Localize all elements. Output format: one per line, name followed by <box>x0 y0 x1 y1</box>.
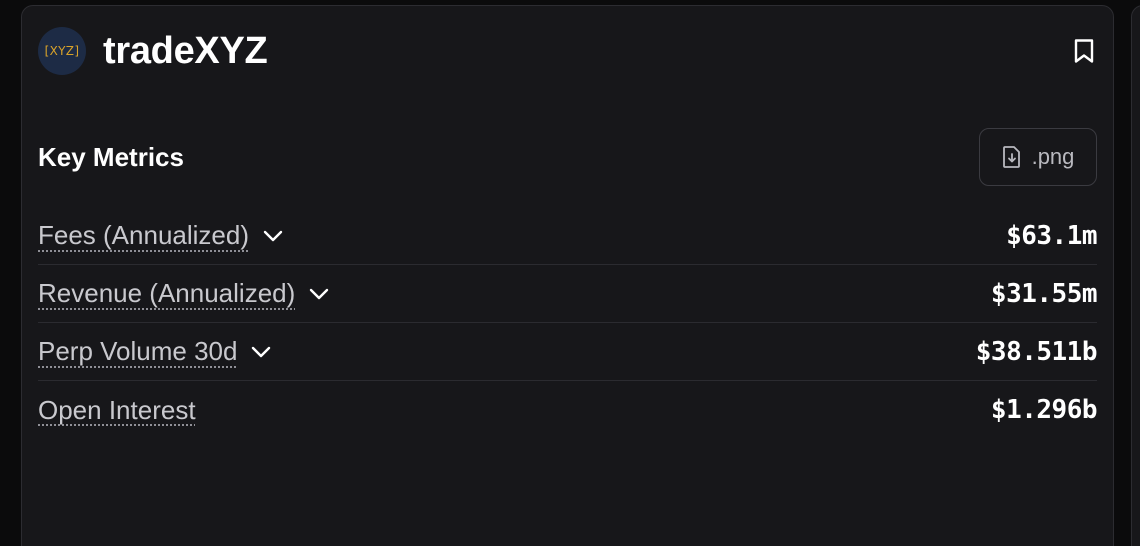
protocol-card: [XYZ] tradeXYZ Key Metrics .png Fees (An… <box>21 5 1114 546</box>
key-metrics-header: Key Metrics .png <box>38 127 1097 187</box>
metric-value-fees: $63.1m <box>1006 220 1097 251</box>
bookmark-icon <box>1074 39 1094 63</box>
metric-label-group: Open Interest <box>38 395 196 426</box>
metric-row-revenue: Revenue (Annualized) $31.55m <box>38 265 1098 323</box>
chevron-down-icon[interactable] <box>263 230 283 242</box>
adjacent-card-edge <box>1131 5 1140 546</box>
chevron-down-icon[interactable] <box>309 288 329 300</box>
metric-label-open-interest[interactable]: Open Interest <box>38 395 196 426</box>
logo-text: [XYZ] <box>44 44 80 58</box>
metric-row-perp-volume: Perp Volume 30d $38.511b <box>38 323 1098 381</box>
metrics-list: Fees (Annualized) $63.1m Revenue (Annual… <box>38 207 1098 439</box>
metric-label-perp-volume[interactable]: Perp Volume 30d <box>38 336 237 367</box>
section-title: Key Metrics <box>38 141 184 172</box>
metric-label-group: Fees (Annualized) <box>38 220 283 251</box>
export-png-label: .png <box>1031 144 1075 169</box>
protocol-title: tradeXYZ <box>103 29 268 72</box>
metric-label-group: Perp Volume 30d <box>38 336 271 367</box>
metric-label-fees[interactable]: Fees (Annualized) <box>38 220 249 251</box>
metric-value-open-interest: $1.296b <box>990 395 1098 425</box>
bookmark-button[interactable] <box>1071 37 1097 65</box>
metric-value-revenue: $31.55m <box>990 278 1098 309</box>
metric-label-revenue[interactable]: Revenue (Annualized) <box>38 278 295 309</box>
page: [XYZ] tradeXYZ Key Metrics .png Fees (An… <box>0 0 1140 546</box>
protocol-logo: [XYZ] <box>38 27 86 75</box>
metric-label-group: Revenue (Annualized) <box>38 278 329 309</box>
metric-row-open-interest: Open Interest $1.296b <box>38 381 1098 439</box>
export-png-button[interactable]: .png <box>979 128 1097 186</box>
file-download-icon <box>1002 145 1022 169</box>
metric-value-perp-volume: $38.511b <box>975 336 1098 367</box>
chevron-down-icon[interactable] <box>251 346 271 358</box>
card-header: [XYZ] tradeXYZ <box>38 26 1097 76</box>
metric-row-fees: Fees (Annualized) $63.1m <box>38 207 1097 265</box>
